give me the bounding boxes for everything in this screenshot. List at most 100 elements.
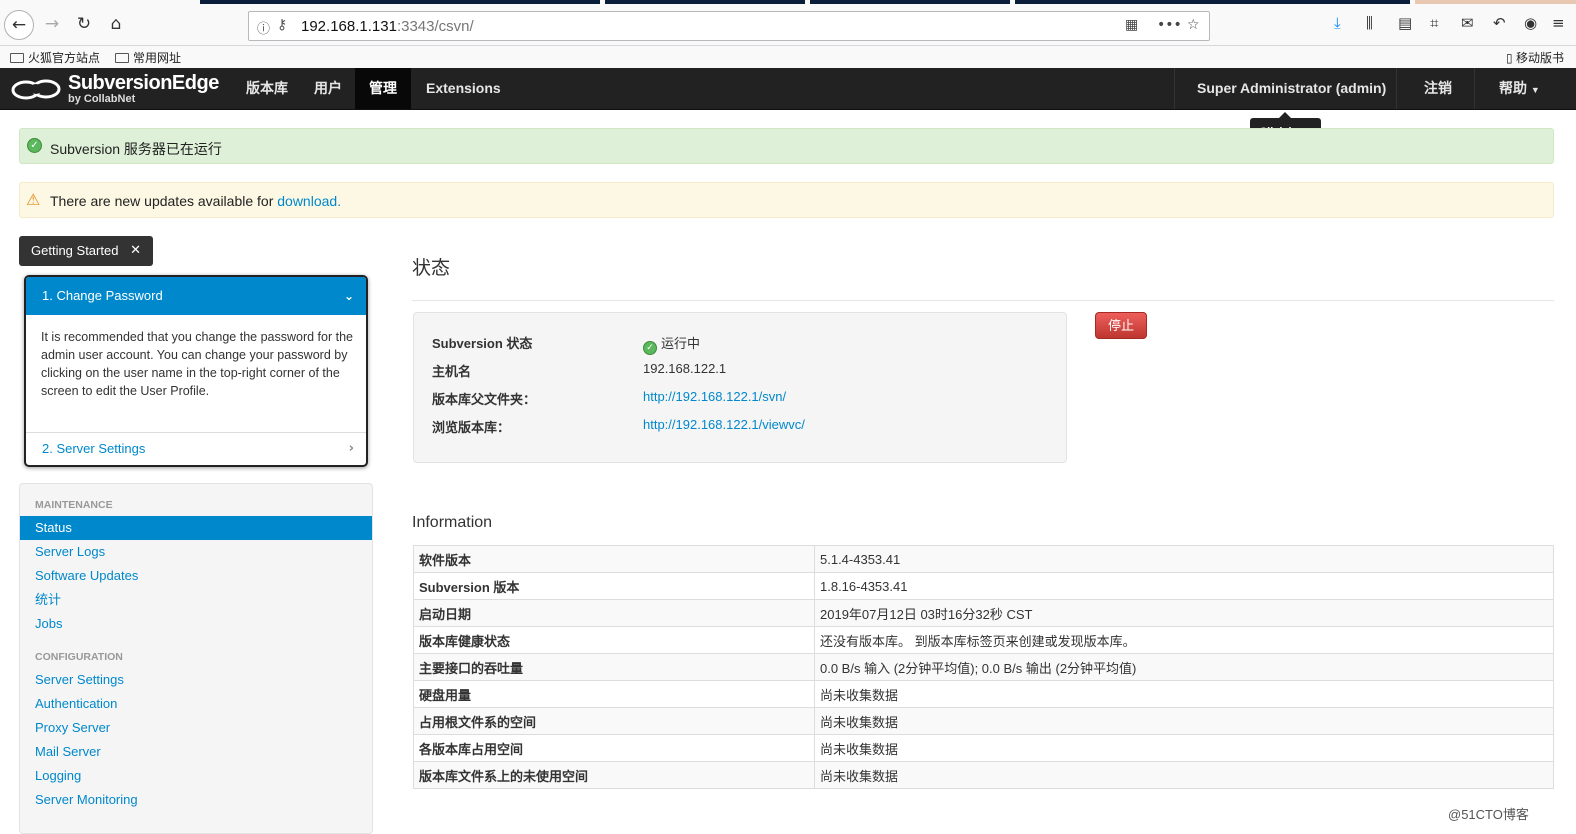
info-key: Subversion 版本 [413, 572, 815, 600]
divider [1396, 68, 1397, 109]
logout-link[interactable]: 注销 [1410, 68, 1466, 109]
step2-label: 2. Server Settings [42, 441, 146, 456]
folder-icon [115, 53, 129, 63]
sidebar-item-server-logs[interactable]: Server Logs [20, 540, 372, 564]
tab-strip [1015, 0, 1410, 4]
mobile-bookmarks[interactable]: ▯ 移动版书 [1506, 49, 1564, 66]
status-panel: Subversion 状态 ✓ 运行中 主机名 192.168.122.1 版本库… [413, 312, 1067, 463]
nav-repositories[interactable]: 版本库 [232, 68, 302, 109]
url-host: 192.168.1.131 [301, 18, 397, 35]
menu-icon[interactable]: ≡ [1552, 14, 1565, 32]
info-key: 版本库文件系上的未使用空间 [413, 761, 815, 789]
info-key: 硬盘用量 [413, 680, 815, 708]
table-row: 硬盘用量 尚未收集数据 [413, 680, 1554, 708]
nav-extensions[interactable]: Extensions [412, 68, 515, 109]
logo-icon [11, 79, 61, 100]
step-server-settings[interactable]: 2. Server Settings › [26, 432, 366, 465]
back-icon[interactable]: ← [4, 10, 34, 40]
sidebar-item-software-updates[interactable]: Software Updates [20, 564, 372, 588]
browse-repo-link[interactable]: http://192.168.122.1/viewvc/ [643, 417, 805, 432]
bookmarks-bar: 火狐官方站点 常用网址 ▯ 移动版书 [0, 46, 1576, 68]
download-link[interactable]: download. [277, 193, 341, 209]
table-row: 版本库健康状态 还没有版本库。 到版本库标签页来创建或发现版本库。 [413, 626, 1554, 654]
browse-repo-label: 浏览版本库： [432, 420, 511, 435]
key-icon[interactable]: ⚷ [277, 17, 287, 33]
sidebar-item-proxy-server[interactable]: Proxy Server [20, 716, 372, 740]
logo-title: SubversionEdge [68, 72, 219, 94]
table-row: Subversion 版本 1.8.16-4353.41 [413, 572, 1554, 600]
alert-success-text: Subversion 服务器已在运行 [50, 141, 222, 157]
logo-subtitle: by CollabNet [68, 93, 136, 105]
info-value: 尚未收集数据 [814, 707, 1554, 735]
status-value: ✓ 运行中 [643, 333, 700, 355]
tab-strip [605, 0, 805, 4]
info-value: 还没有版本库。 到版本库标签页来创建或发现版本库。 [814, 626, 1554, 654]
download-icon[interactable]: ⤓ [1334, 14, 1341, 32]
info-key: 版本库健康状态 [413, 626, 815, 654]
nav-users[interactable]: 用户 [300, 68, 356, 109]
info-key: 启动日期 [413, 599, 815, 627]
table-row: 主要接口的吞吐量 0.0 B/s 输入 (2分钟平均值); 0.0 B/s 输出 … [413, 653, 1554, 681]
logo[interactable]: SubversionEdge by CollabNet [10, 71, 220, 107]
getting-started-button[interactable]: Getting Started ✕ [19, 236, 153, 266]
sidebar: MAINTENANCE Status Server Logs Software … [19, 483, 373, 834]
browser-toolbar: ← → ↻ ⌂ ⓘ ⚷ 192.168.1.131:3343/csvn/ ▦ •… [0, 0, 1576, 46]
info-key: 主要接口的吞吐量 [413, 653, 815, 681]
help-menu[interactable]: 帮助 ▼ [1485, 68, 1554, 109]
user-menu[interactable]: Super Administrator (admin) [1183, 68, 1400, 109]
library-icon[interactable]: ⫼ [1366, 14, 1373, 32]
tab-strip [810, 0, 1010, 4]
running-icon: ✓ [643, 341, 657, 355]
sidebar-item-server-settings[interactable]: Server Settings [20, 668, 372, 692]
sidebar-item-jobs[interactable]: Jobs [20, 612, 372, 636]
bookmark-label: 移动版书 [1515, 51, 1564, 65]
chat-icon[interactable]: ✉ [1461, 14, 1474, 32]
bookmark-label: 火狐官方站点 [28, 51, 101, 65]
nav-administration[interactable]: 管理 [355, 68, 411, 109]
warning-text: There are new updates available for [50, 193, 278, 209]
help-label: 帮助 [1499, 80, 1527, 96]
step1-label: 1. Change Password [42, 288, 163, 303]
table-row: 启动日期 2019年07月12日 03时16分32秒 CST [413, 599, 1554, 627]
info-key: 各版本库占用空间 [413, 734, 815, 762]
url-bar[interactable]: ⓘ ⚷ 192.168.1.131:3343/csvn/ ▦ ••• ☆ [248, 11, 1210, 41]
sidebar-item-statistics[interactable]: 统计 [20, 588, 372, 612]
bookmark-firefox-official[interactable]: 火狐官方站点 [10, 49, 100, 66]
check-icon: ✓ [27, 138, 42, 153]
tab-strip [1415, 0, 1576, 4]
chevron-right-icon: › [348, 441, 354, 456]
bookmark-common-sites[interactable]: 常用网址 [115, 49, 181, 66]
warning-icon: ⚠ [26, 190, 41, 209]
info-key: 占用根文件系的空间 [413, 707, 815, 735]
reload-icon[interactable]: ↻ [72, 12, 96, 36]
stop-button[interactable]: 停止 [1095, 312, 1147, 339]
bookmark-star-icon[interactable]: ☆ [1187, 17, 1200, 33]
sidebar-item-authentication[interactable]: Authentication [20, 692, 372, 716]
bookmark-label: 常用网址 [133, 51, 182, 65]
status-label: Subversion 状态 [432, 336, 533, 351]
close-icon[interactable]: ✕ [130, 236, 141, 266]
crop-icon[interactable]: ⌗ [1430, 14, 1438, 32]
forward-icon[interactable]: → [40, 12, 64, 36]
page-title: 状态 [412, 258, 451, 279]
sidebar-item-logging[interactable]: Logging [20, 764, 372, 788]
home-icon[interactable]: ⌂ [104, 12, 128, 36]
sidebar-header-configuration: CONFIGURATION [35, 651, 123, 663]
qr-code-icon[interactable]: ▦ [1125, 17, 1138, 33]
sidebar-icon[interactable]: ▤ [1398, 14, 1412, 32]
url-text[interactable]: 192.168.1.131:3343/csvn/ [301, 18, 474, 35]
sidebar-header-maintenance: MAINTENANCE [35, 499, 113, 511]
info-icon[interactable]: ⓘ [257, 18, 270, 37]
sidebar-item-mail-server[interactable]: Mail Server [20, 740, 372, 764]
hostname-label: 主机名 [432, 364, 472, 379]
sidebar-item-status[interactable]: Status [20, 516, 372, 540]
repo-parent-link[interactable]: http://192.168.122.1/svn/ [643, 389, 786, 404]
info-key: 软件版本 [413, 545, 815, 573]
undo-icon[interactable]: ↶ [1493, 14, 1506, 32]
sidebar-item-server-monitoring[interactable]: Server Monitoring [20, 788, 372, 812]
info-value: 2019年07月12日 03时16分32秒 CST [814, 599, 1554, 627]
step-change-password[interactable]: 1. Change Password ⌄ [26, 277, 366, 315]
app-header: SubversionEdge by CollabNet 版本库 用户 管理 Ex… [0, 68, 1576, 110]
account-icon[interactable]: ◉ [1524, 14, 1537, 32]
more-icon[interactable]: ••• [1157, 17, 1182, 33]
